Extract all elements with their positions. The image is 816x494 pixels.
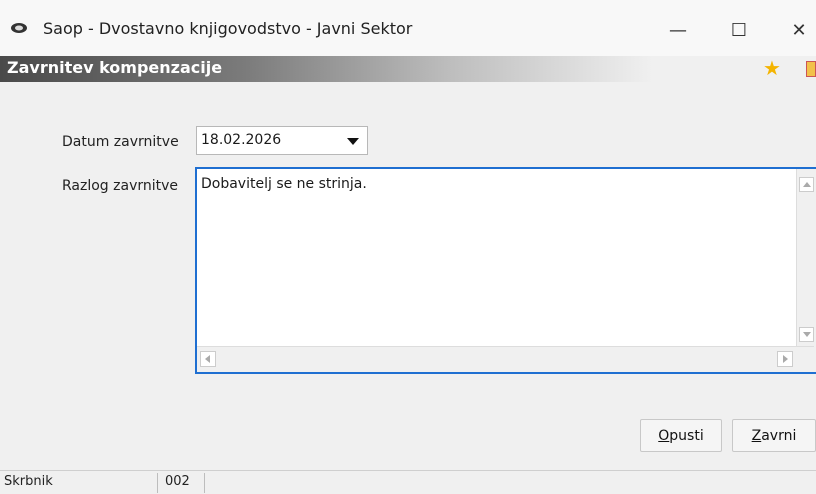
cancel-button-label: Opusti: [658, 427, 704, 444]
scroll-up-icon[interactable]: [799, 177, 814, 192]
reject-button-label: Zavrni: [751, 427, 797, 444]
horizontal-scrollbar[interactable]: [197, 346, 814, 372]
star-icon[interactable]: ★: [763, 57, 781, 79]
status-divider: [157, 473, 158, 493]
vertical-scrollbar[interactable]: [796, 169, 816, 347]
scroll-left-icon[interactable]: [200, 351, 216, 367]
status-bar: Skrbnik 002: [0, 470, 816, 494]
panel-title: Zavrnitev kompenzacije: [7, 58, 223, 77]
window-title: Saop - Dvostavno knjigovodstvo - Javni S…: [43, 19, 413, 38]
scroll-right-icon[interactable]: [777, 351, 793, 367]
reason-text: Dobavitelj se ne strinja.: [201, 176, 367, 192]
reason-textarea[interactable]: Dobavitelj se ne strinja.: [195, 167, 816, 374]
date-label: Datum zavrnitve: [62, 134, 179, 150]
close-button[interactable]: ✕: [776, 12, 816, 48]
status-user: Skrbnik: [4, 474, 53, 489]
reason-label: Razlog zavrnitve: [62, 178, 179, 194]
status-code: 002: [165, 474, 190, 489]
cancel-button[interactable]: Opusti: [640, 419, 722, 452]
scroll-down-icon[interactable]: [799, 327, 814, 342]
date-value: 18.02.2026: [201, 132, 282, 148]
toolbar-icon[interactable]: [806, 61, 816, 77]
date-combobox[interactable]: 18.02.2026: [196, 126, 368, 155]
scroll-corner: [797, 347, 816, 372]
chevron-down-icon[interactable]: [347, 138, 359, 145]
minimize-button[interactable]: —: [655, 12, 701, 48]
app-eye-icon: [11, 23, 27, 33]
status-divider: [204, 473, 205, 493]
maximize-button[interactable]: ☐: [716, 12, 762, 48]
window-titlebar: Saop - Dvostavno knjigovodstvo - Javni S…: [0, 0, 816, 56]
reject-button[interactable]: Zavrni: [732, 419, 816, 452]
panel-header: Zavrnitev kompenzacije ★: [0, 56, 816, 82]
